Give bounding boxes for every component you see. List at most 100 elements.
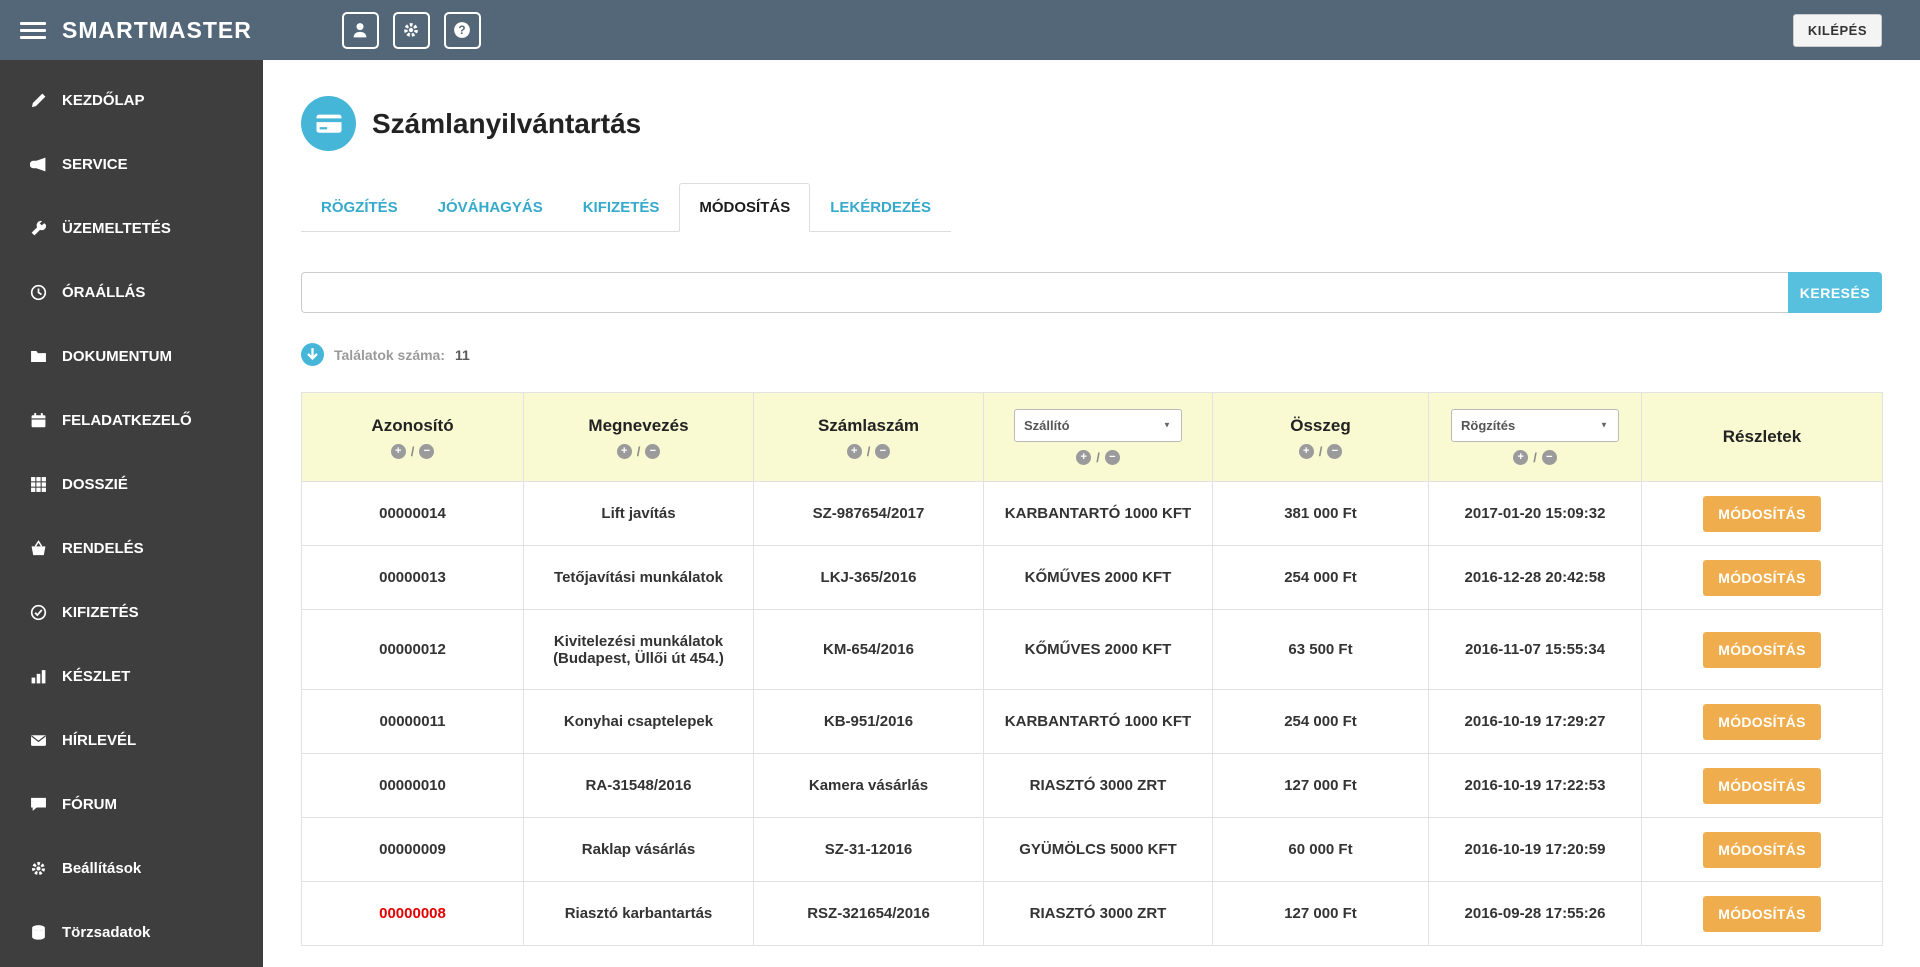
cell-szallito: RIASZTÓ 3000 ZRT (983, 881, 1213, 946)
calendar-icon (31, 412, 46, 427)
sort-asc-icon[interactable] (846, 443, 862, 459)
clock-icon (30, 284, 47, 300)
cell-megnevezes: RA-31548/2016 (523, 753, 754, 818)
modify-button[interactable]: MÓDOSÍTÁS (1703, 495, 1821, 532)
hamburger-menu-icon[interactable] (20, 21, 46, 39)
cell-szallito: KARBANTARTÓ 1000 KFT (983, 481, 1213, 546)
sidebar-item-label: KEZDŐLAP (62, 91, 145, 109)
cell-szallito: GYÜMÖLCS 5000 KFT (983, 817, 1213, 882)
cell-azonosito: 00000010 (301, 753, 524, 818)
column-title: Összeg (1290, 415, 1351, 435)
cell-megnevezes: Konyhai csaptelepek (523, 689, 754, 754)
cell-szamlaszam: KB-951/2016 (753, 689, 984, 754)
tab-modositas[interactable]: MÓDOSÍTÁS (679, 183, 811, 232)
sidebar-item-torzsadatok[interactable]: Törzsadatok (0, 900, 263, 964)
tab-kifizetes[interactable]: KIFIZETÉS (563, 183, 680, 232)
supplier-filter-select[interactable]: Szállító (1014, 409, 1182, 442)
table-row: 00000011 Konyhai csaptelepek KB-951/2016… (301, 689, 1883, 754)
search-button[interactable]: KERESÉS (1788, 272, 1882, 313)
sidebar-item-forum[interactable]: FÓRUM (0, 772, 263, 836)
bar-chart-icon (31, 669, 46, 683)
sidebar-item-label: DOSSZIÉ (62, 475, 128, 493)
sidebar-item-service[interactable]: SERVICE (0, 132, 263, 196)
user-icon[interactable] (341, 11, 379, 49)
sort-desc-icon[interactable] (645, 443, 661, 459)
table-row: 00000010 RA-31548/2016 Kamera vásárlás R… (301, 753, 1883, 818)
column-title: Részletek (1722, 427, 1802, 446)
sort-separator (637, 444, 641, 459)
cell-osszeg: 60 000 Ft (1212, 817, 1429, 882)
cell-azonosito: 00000014 (301, 481, 524, 546)
modify-button[interactable]: MÓDOSÍTÁS (1703, 895, 1821, 932)
sort-asc-icon[interactable] (1298, 443, 1314, 459)
column-title: Azonosító (371, 415, 454, 435)
tab-jovahagyas[interactable]: JÓVÁHAGYÁS (418, 183, 563, 232)
cell-rogzites: 2016-12-28 20:42:58 (1428, 545, 1642, 610)
sort-desc-icon[interactable] (419, 443, 435, 459)
sidebar-item-oraallas[interactable]: ÓRAÁLLÁS (0, 260, 263, 324)
sidebar-item-keszlet[interactable]: KÉSZLET (0, 644, 263, 708)
app-brand: SMARTMASTER (62, 16, 252, 43)
cell-szamlaszam: RSZ-321654/2016 (753, 881, 984, 946)
table-row: 00000012 Kivitelezési munkálatok (Budape… (301, 609, 1883, 690)
sort-desc-icon[interactable] (1104, 450, 1120, 465)
column-title: Megnevezés (588, 415, 689, 435)
supplier-filter-value: Szállító (1024, 418, 1070, 433)
search-input[interactable] (301, 272, 1788, 313)
sort-separator (867, 444, 871, 459)
cell-megnevezes: Raklap vásárlás (523, 817, 754, 882)
cell-szamlaszam: KM-654/2016 (753, 609, 984, 690)
sidebar-item-uzemeltetes[interactable]: ÜZEMELTETÉS (0, 196, 263, 260)
gear-icon (32, 861, 45, 875)
sidebar-item-label: RENDELÉS (62, 539, 144, 557)
cell-szamlaszam: Kamera vásárlás (753, 753, 984, 818)
sidebar-item-beallitasok[interactable]: Beállítások (0, 836, 263, 900)
sidebar-item-rendeles[interactable]: RENDELÉS (0, 516, 263, 580)
sidebar-item-kezdolap[interactable]: KEZDŐLAP (0, 68, 263, 132)
cell-azonosito: 00000013 (301, 545, 524, 610)
cell-szallito: KŐMŰVES 2000 KFT (983, 545, 1213, 610)
table-header-row: Azonosító Megnevezés Számlaszám (301, 392, 1883, 482)
folder-icon (31, 350, 46, 362)
grid-icon (31, 476, 46, 492)
sidebar-item-kifizetes[interactable]: KIFIZETÉS (0, 580, 263, 644)
sort-desc-icon[interactable] (1541, 450, 1557, 465)
tab-rogzites[interactable]: RÖGZÍTÉS (301, 183, 418, 232)
modify-button[interactable]: MÓDOSÍTÁS (1703, 767, 1821, 804)
sort-asc-icon[interactable] (616, 443, 632, 459)
sidebar-item-hirlevel[interactable]: HÍRLEVÉL (0, 708, 263, 772)
cell-osszeg: 254 000 Ft (1212, 689, 1429, 754)
sort-asc-icon[interactable] (1513, 450, 1529, 465)
modify-button[interactable]: MÓDOSÍTÁS (1703, 631, 1821, 668)
sort-desc-icon[interactable] (1327, 443, 1343, 459)
chevron-down-icon (1162, 420, 1172, 431)
page-title: Számlanyilvántartás (372, 107, 642, 139)
cell-azonosito: 00000012 (301, 609, 524, 690)
cell-azonosito: 00000008 (301, 881, 524, 946)
sort-asc-icon[interactable] (1076, 450, 1092, 465)
rogzites-filter-value: Rögzítés (1461, 418, 1516, 433)
wrench-icon (31, 220, 47, 235)
tab-lekerdezes[interactable]: LEKÉRDEZÉS (810, 183, 951, 232)
sidebar-item-label: KIFIZETÉS (62, 603, 139, 621)
cell-azonosito: 00000009 (301, 817, 524, 882)
modify-button[interactable]: MÓDOSÍTÁS (1703, 831, 1821, 868)
comment-icon (31, 797, 46, 811)
rogzites-filter-select[interactable]: Rögzítés (1451, 409, 1619, 442)
sidebar-item-dosszie[interactable]: DOSSZIÉ (0, 452, 263, 516)
sidebar-item-feladatkezelo[interactable]: FELADATKEZELŐ (0, 388, 263, 452)
help-icon[interactable]: ? (443, 11, 481, 49)
exit-button[interactable]: KILÉPÉS (1792, 13, 1882, 47)
sort-desc-icon[interactable] (875, 443, 891, 459)
cell-reszletek: MÓDOSÍTÁS (1641, 881, 1883, 946)
modify-button[interactable]: MÓDOSÍTÁS (1703, 559, 1821, 596)
gear-icon[interactable] (392, 11, 430, 49)
results-label: Találatok száma: (334, 346, 446, 363)
page-header: Számlanyilvántartás (301, 96, 1882, 151)
credit-card-icon (301, 96, 356, 151)
column-header-rogzites: Rögzítés (1428, 392, 1642, 482)
modify-button[interactable]: MÓDOSÍTÁS (1703, 703, 1821, 740)
table-row: 00000009 Raklap vásárlás SZ-31-12016 GYÜ… (301, 817, 1883, 882)
sort-asc-icon[interactable] (390, 443, 406, 459)
sidebar-item-dokumentum[interactable]: DOKUMENTUM (0, 324, 263, 388)
